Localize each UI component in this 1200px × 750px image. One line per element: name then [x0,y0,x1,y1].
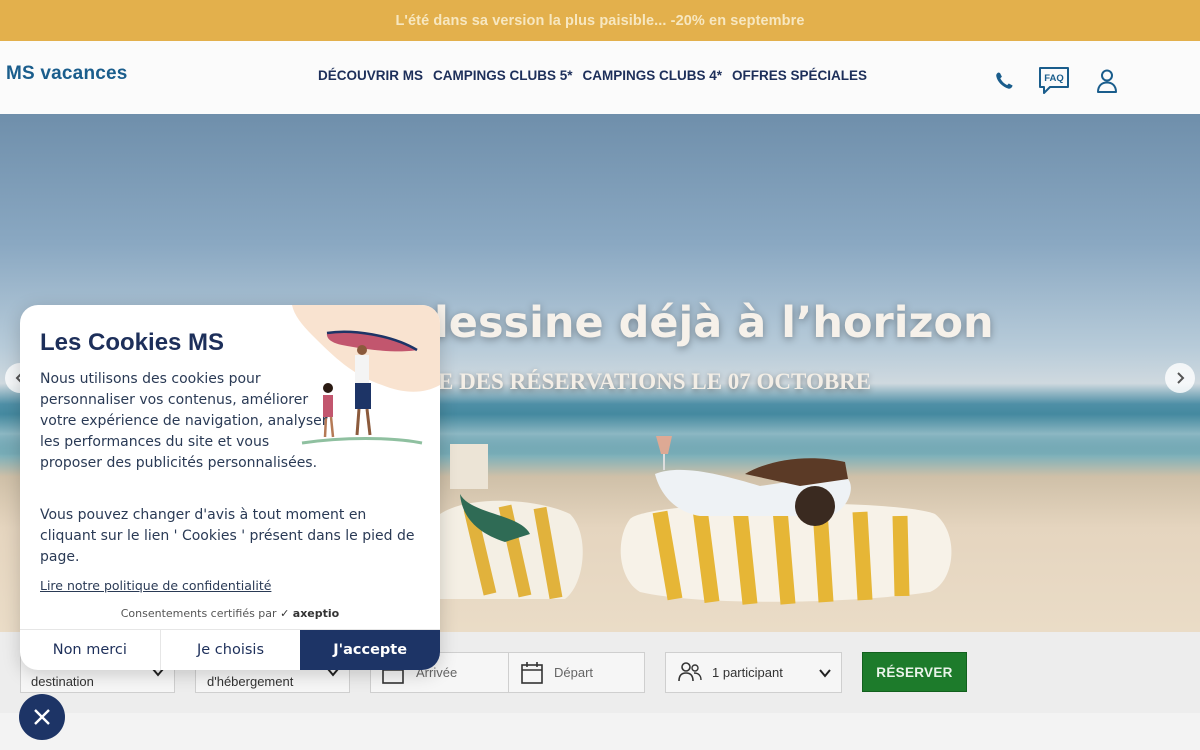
hero-title: dessine déjà à l’horizon [418,298,994,348]
cookie-close-button[interactable] [19,694,65,740]
reserve-button[interactable]: RÉSERVER [862,652,967,692]
chevron-down-icon [819,669,831,678]
main-nav: DÉCOUVRIR MS CAMPINGS CLUBS 5* CAMPINGS … [318,68,867,83]
nav-offres-speciales[interactable]: OFFRES SPÉCIALES [732,68,867,83]
departure-placeholder: Départ [554,665,594,680]
user-icon[interactable] [1091,65,1123,97]
nav-decouvrir-ms[interactable]: DÉCOUVRIR MS [318,68,423,83]
refuse-button[interactable]: Non merci [20,630,161,670]
promo-text: L'été dans sa version la plus paisible..… [395,12,805,29]
faq-label: FAQ [1044,73,1064,84]
accept-button[interactable]: J'accepte [300,630,440,670]
cookie-consent-modal: Les Cookies MS Nous utilisons des cookie… [20,305,440,670]
carousel-next-button[interactable] [1165,363,1195,393]
faq-chat-icon[interactable]: FAQ [1037,65,1071,97]
phone-icon[interactable] [988,65,1020,97]
participants-select[interactable]: 1 participant [665,652,842,693]
cookie-description: Nous utilisons des cookies pour personna… [40,371,328,471]
consent-certified-note: Consentements certifiés par ✓ axeptio [20,607,440,620]
departure-date-field[interactable]: Départ [508,652,645,693]
axeptio-logo[interactable]: axeptio [293,607,339,620]
hero-subtitle: E DES RÉSERVATIONS LE 07 OCTOBRE [438,369,872,394]
ms-vacances-logo[interactable]: MS vacances [6,63,128,85]
cookie-change-info: Vous pouvez changer d'avis à tout moment… [40,507,415,565]
nav-campings-clubs-4[interactable]: CAMPINGS CLUBS 4* [583,68,723,83]
accommodation-label: d'hébergement [207,674,294,689]
participants-value: 1 participant [712,665,783,680]
people-icon [678,662,702,682]
check-icon: ✓ [280,607,290,620]
choose-button[interactable]: Je choisis [161,630,301,670]
promo-banner[interactable]: L'été dans sa version la plus paisible..… [0,0,1200,41]
close-icon [34,709,50,725]
certified-label: Consentements certifiés par [120,607,277,620]
cookie-actions: Non merci Je choisis J'accepte [20,629,440,670]
privacy-policy-link[interactable]: Lire notre politique de confidentialité [40,578,271,593]
chevron-right-icon [1177,372,1185,384]
site-header: MS vacances DÉCOUVRIR MS CAMPINGS CLUBS … [0,41,1200,114]
cookie-title: Les Cookies MS [40,329,225,356]
destination-label: destination [31,674,94,689]
nav-campings-clubs-5[interactable]: CAMPINGS CLUBS 5* [433,68,573,83]
calendar-icon [521,662,543,684]
